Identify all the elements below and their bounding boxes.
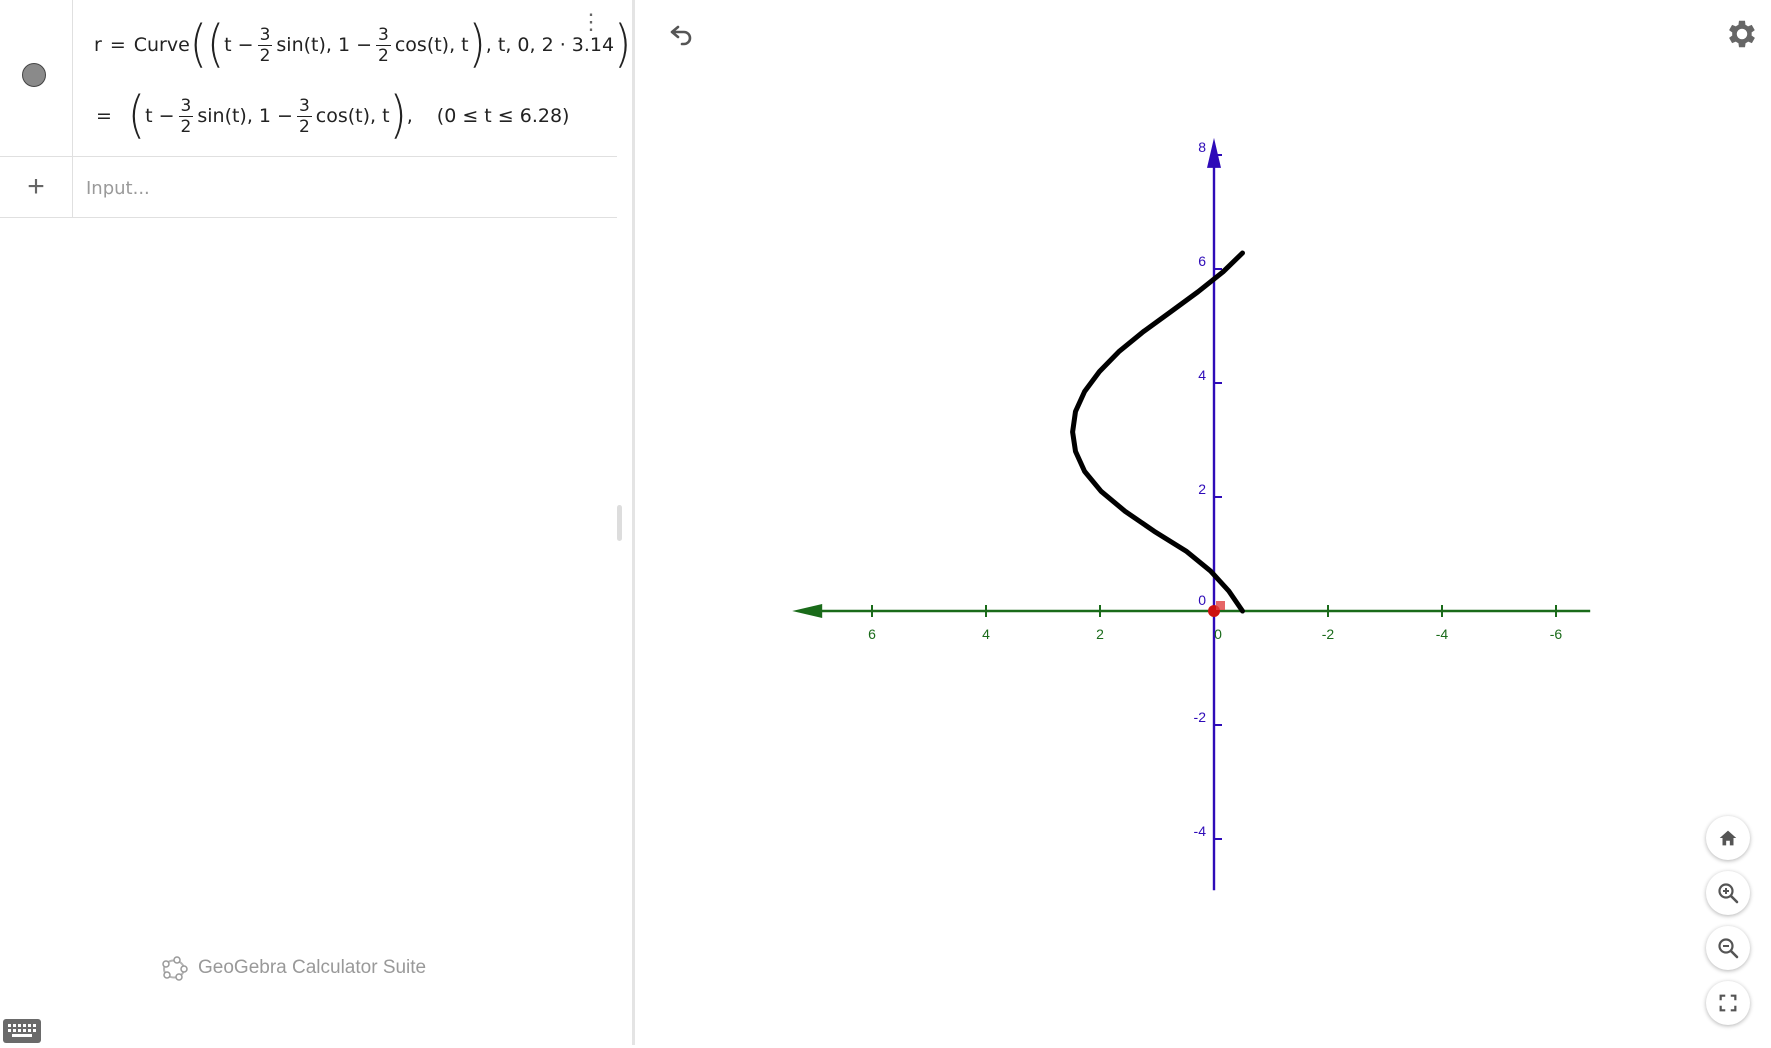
equals-sign: =	[109, 34, 126, 56]
x-tick-label: 0	[1214, 626, 1222, 642]
y-axis-arrow	[1207, 137, 1221, 168]
gear-icon[interactable]	[1724, 16, 1760, 52]
graphics-view[interactable]: 6 4 2 0 -2 -4 -6 8 6 4 2 0 -2 -4	[638, 0, 1771, 1045]
zoom-in-button[interactable]	[1706, 871, 1750, 915]
keyboard-keys	[8, 1024, 36, 1037]
zoom-out-button[interactable]	[1706, 926, 1750, 970]
fraction: 3 2	[376, 25, 391, 66]
paren-close-inner: )	[468, 15, 486, 74]
fraction-numerator: 3	[296, 95, 312, 117]
entry-name: r	[94, 34, 102, 56]
home-icon	[1719, 830, 1737, 846]
curve-params: , t, 0, 2 · 3.14	[485, 34, 615, 56]
y-tick-label: 2	[1198, 481, 1206, 497]
brand: GeoGebra Calculator Suite	[160, 954, 426, 982]
visibility-column	[0, 0, 73, 156]
x-tick-label: 6	[868, 626, 876, 642]
command-name: Curve	[133, 34, 190, 56]
algebra-input-row[interactable]: +	[0, 157, 617, 218]
x-axis-arrow	[792, 604, 823, 618]
algebra-input[interactable]	[84, 173, 588, 203]
term-t-minus: t −	[224, 34, 254, 56]
more-options-icon[interactable]: ⋮	[580, 11, 602, 52]
fraction-numerator: 3	[376, 24, 391, 46]
y-tick-label: -2	[1194, 709, 1207, 725]
fraction-numerator: 3	[257, 24, 273, 46]
term-cos: cos(t), t	[394, 34, 469, 56]
fullscreen-icon	[1719, 994, 1737, 1012]
paren-close: )	[614, 15, 632, 74]
y-tick-label: 6	[1198, 253, 1206, 269]
output-equals: =	[96, 105, 112, 127]
geogebra-logo-icon	[162, 956, 188, 981]
add-icon[interactable]: +	[0, 157, 73, 217]
y-tick-label: 4	[1198, 367, 1206, 383]
y-tick-label: -4	[1194, 823, 1207, 839]
curve-r[interactable]	[1070, 250, 1245, 614]
x-tick-label: -4	[1436, 626, 1449, 642]
comma: ,	[406, 105, 413, 127]
paren-open: (	[127, 86, 146, 145]
entry-output: = ( t − 3 2 sin(t), 1 − 3 2 cos(t), t ) …	[96, 88, 569, 144]
paren-close: )	[389, 86, 407, 145]
parameter-range: (0 ≤ t ≤ 6.28)	[436, 105, 570, 127]
visibility-toggle-icon[interactable]	[22, 63, 46, 87]
paren-open: (	[189, 15, 207, 74]
fraction-denominator: 2	[298, 116, 310, 137]
x-tick-label: -2	[1322, 626, 1335, 642]
x-tick-label: -6	[1550, 626, 1563, 642]
zoom-out-icon	[1718, 938, 1739, 959]
fraction-denominator: 2	[378, 45, 389, 66]
algebra-panel: r = Curve ( ( t − 3 2 sin(t), 1 − 3 2 co…	[0, 0, 635, 1045]
keyboard-icon[interactable]	[3, 1019, 41, 1043]
fraction-denominator: 2	[259, 45, 271, 66]
panel-resize-handle[interactable]	[617, 505, 622, 541]
paren-open-inner: (	[206, 15, 225, 74]
y-tick-label: 0	[1198, 592, 1206, 608]
term-sin: sin(t), 1 −	[276, 34, 373, 56]
fraction: 3 2	[178, 95, 194, 137]
term-sin: sin(t), 1 −	[197, 105, 293, 127]
brand-label: GeoGebra Calculator Suite	[198, 957, 427, 978]
entry-definition[interactable]: r = Curve ( ( t − 3 2 sin(t), 1 − 3 2 co…	[94, 15, 632, 74]
fraction: 3 2	[257, 24, 273, 66]
term-t-minus: t −	[145, 105, 175, 127]
fraction-denominator: 2	[180, 116, 192, 137]
y-tick-label: 8	[1198, 139, 1206, 155]
fraction: 3 2	[296, 95, 312, 137]
x-tick-label: 2	[1096, 626, 1104, 642]
home-button[interactable]	[1706, 816, 1750, 860]
algebra-entry-r[interactable]: r = Curve ( ( t − 3 2 sin(t), 1 − 3 2 co…	[0, 0, 631, 157]
term-cos: cos(t), t	[315, 105, 390, 127]
point-label-marker	[1216, 601, 1225, 610]
zoom-in-icon	[1718, 883, 1739, 904]
fullscreen-button[interactable]	[1706, 981, 1750, 1025]
x-tick-label: 4	[982, 626, 990, 642]
undo-icon[interactable]	[662, 18, 698, 54]
coordinate-plane[interactable]: 6 4 2 0 -2 -4 -6 8 6 4 2 0 -2 -4	[638, 0, 1771, 1045]
fraction-numerator: 3	[178, 95, 194, 117]
